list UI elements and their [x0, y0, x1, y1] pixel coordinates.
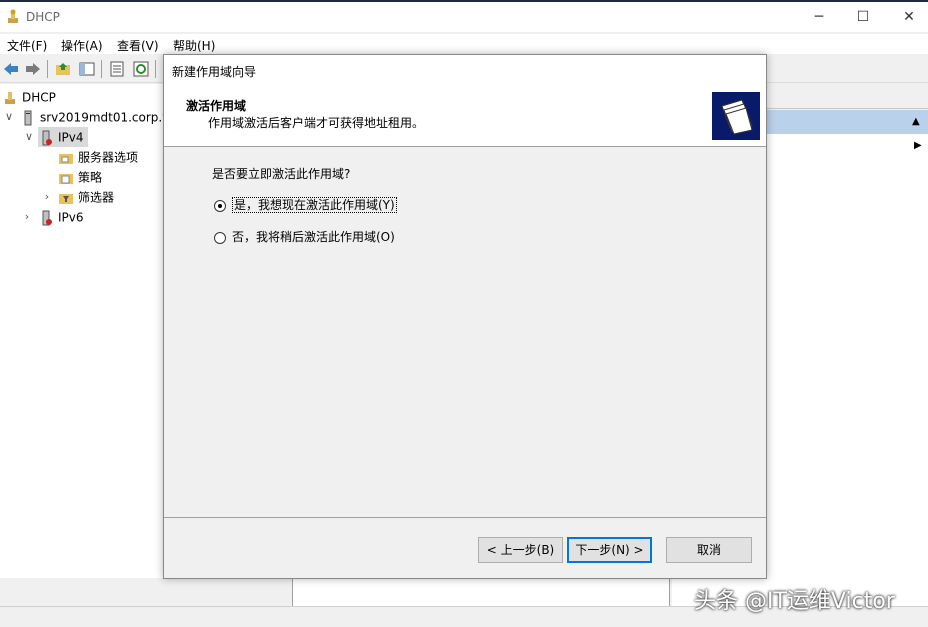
folder-filter-icon — [59, 193, 73, 204]
next-button[interactable]: 下一步(N) > — [567, 537, 652, 563]
menu-action[interactable]: 操作(A) — [61, 37, 103, 54]
activate-later-label[interactable]: 否，我将稍后激活此作用域(O) — [232, 230, 395, 244]
watermark-text: 头条 @IT运维Victor — [694, 589, 895, 614]
wizard-heading: 激活作用域 — [186, 99, 247, 113]
ipv6-icon — [42, 210, 52, 225]
menu-file[interactable]: 文件(F) — [7, 37, 47, 54]
properties-icon[interactable] — [108, 60, 126, 78]
tree-item-dhcp[interactable]: DHCP — [2, 87, 56, 107]
tree-item-server-options[interactable]: 服务器选项 — [58, 147, 138, 167]
close-button[interactable]: ✕ — [898, 6, 920, 28]
up-folder-icon[interactable] — [54, 60, 72, 78]
dialog-title: 新建作用域向导 — [172, 65, 257, 79]
menu-view[interactable]: 查看(V) — [117, 37, 159, 54]
tree-item-label: 服务器选项 — [78, 150, 139, 165]
console-tree: DHCP ∨ srv2019mdt01.corp.v ∨ IPv4 服务器选项 … — [0, 84, 169, 596]
toolbar-separator — [47, 60, 48, 78]
maximize-button[interactable]: ☐ — [852, 6, 874, 28]
tree-item-label: 策略 — [78, 170, 103, 185]
menu-bar: 文件(F) 操作(A) 查看(V) 帮助(H) — [0, 34, 928, 54]
window-title: DHCP — [26, 10, 60, 24]
activate-question: 是否要立即激活此作用域? — [212, 167, 351, 181]
show-tree-icon[interactable] — [78, 60, 96, 78]
tree-item-label: srv2019mdt01.corp.v — [40, 110, 170, 125]
tree-item-label: IPv6 — [58, 210, 84, 225]
tree-item-label: 筛选器 — [78, 190, 115, 205]
dhcp-icon — [5, 91, 15, 104]
radio-activate-now[interactable] — [214, 199, 226, 212]
chevron-right-icon[interactable]: › — [42, 187, 52, 207]
minimize-button[interactable]: ─ — [808, 6, 830, 28]
activate-now-label[interactable]: 是，我想现在激活此作用域(Y) — [232, 197, 397, 213]
actions-header — [766, 88, 928, 109]
wizard-folder-icon — [712, 92, 760, 140]
tree-item-label: DHCP — [22, 90, 56, 105]
toolbar-separator — [101, 60, 102, 78]
folder-policy-icon — [59, 173, 73, 184]
tree-item-policies[interactable]: 策略 — [58, 167, 102, 187]
refresh-icon[interactable] — [132, 60, 150, 78]
wizard-subheading: 作用域激活后客户端才可获得地址租用。 — [208, 116, 425, 130]
tree-item-server[interactable]: srv2019mdt01.corp.v — [20, 107, 169, 127]
collapse-up-icon[interactable]: ▲ — [912, 116, 920, 127]
toolbar-separator — [155, 60, 156, 78]
results-pane-bottom — [292, 578, 670, 608]
chevron-down-icon[interactable]: ∨ — [4, 107, 14, 127]
activate-now-option[interactable]: 是，我想现在激活此作用域(Y) — [214, 196, 397, 214]
dialog-separator — [164, 517, 766, 518]
chevron-right-icon[interactable]: › — [22, 207, 32, 227]
tree-item-label: IPv4 — [58, 130, 84, 145]
actions-selected-section[interactable] — [766, 110, 928, 134]
tree-item-filters[interactable]: 筛选器 — [58, 187, 114, 207]
back-button[interactable]: < 上一步(B) — [478, 537, 563, 563]
folder-options-icon — [59, 153, 73, 164]
activate-later-option[interactable]: 否，我将稍后激活此作用域(O) — [214, 228, 395, 246]
wizard-header: 激活作用域 作用域激活后客户端才可获得地址租用。 — [164, 85, 766, 147]
expand-right-icon[interactable]: ▶ — [914, 140, 922, 151]
window-titlebar: DHCP ─ ☐ ✕ — [0, 2, 928, 32]
cancel-button[interactable]: 取消 — [666, 537, 752, 563]
new-scope-wizard-dialog: 新建作用域向导 激活作用域 作用域激活后客户端才可获得地址租用。 是否要立即激活… — [163, 54, 767, 579]
dhcp-app-icon — [8, 9, 18, 23]
dialog-titlebar: 新建作用域向导 — [164, 55, 766, 85]
radio-activate-later[interactable] — [214, 231, 226, 244]
forward-icon[interactable] — [24, 60, 42, 78]
menu-help[interactable]: 帮助(H) — [173, 37, 215, 54]
server-icon — [24, 110, 32, 125]
tree-item-ipv6[interactable]: IPv6 — [38, 207, 84, 227]
tree-item-ipv4[interactable]: IPv4 — [38, 127, 88, 147]
ipv4-icon — [42, 130, 52, 145]
actions-pane — [766, 134, 928, 596]
back-icon[interactable] — [2, 60, 20, 78]
chevron-down-icon[interactable]: ∨ — [24, 127, 34, 147]
